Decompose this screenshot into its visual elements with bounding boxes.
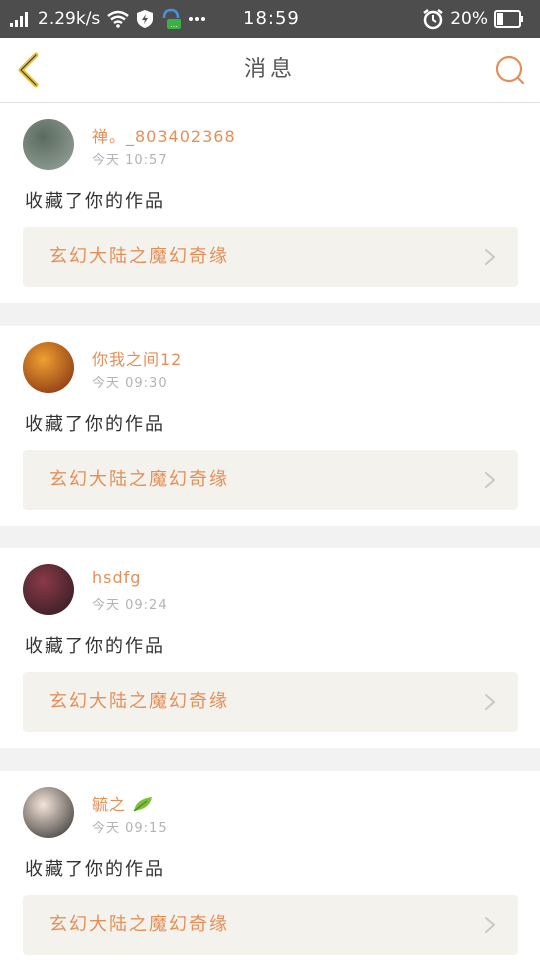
signal-icon: [10, 11, 32, 27]
network-speed: 2.29k/s: [38, 9, 101, 29]
message-card[interactable]: 你我之间12 今天 09:30 收藏了你的作品 玄幻大陆之魔幻奇缘: [0, 326, 540, 526]
more-icon: [188, 16, 206, 22]
action-text: 收藏了你的作品: [25, 859, 165, 880]
work-title: 玄幻大陆之魔幻奇缘: [49, 469, 229, 490]
wifi-icon: [106, 10, 130, 28]
work-title: 玄幻大陆之魔幻奇缘: [49, 246, 229, 267]
message-card[interactable]: 禅。_803402368 今天 10:57 收藏了你的作品 玄幻大陆之魔幻奇缘: [0, 103, 540, 303]
timestamp: 今天 09:24: [92, 598, 168, 613]
chevron-right-icon: [484, 248, 496, 266]
clock: 18:59: [243, 8, 300, 29]
chevron-right-icon: [484, 471, 496, 489]
timestamp: 今天 10:57: [92, 153, 168, 168]
svg-text:…: …: [170, 20, 178, 29]
work-link[interactable]: 玄幻大陆之魔幻奇缘: [23, 227, 518, 287]
battery-level: 20%: [450, 9, 488, 29]
action-text: 收藏了你的作品: [25, 414, 165, 435]
search-icon[interactable]: [494, 54, 526, 86]
nav-bar: 消息: [0, 38, 540, 103]
status-left: 2.29k/s …: [10, 0, 212, 38]
chevron-right-icon: [484, 693, 496, 711]
status-bar: 2.29k/s … 18:59 20%: [0, 0, 540, 38]
action-text: 收藏了你的作品: [25, 191, 165, 212]
page-title: 消息: [243, 57, 296, 82]
alarm-icon: [422, 8, 444, 30]
status-right: 20%: [422, 0, 530, 38]
work-title: 玄幻大陆之魔幻奇缘: [49, 691, 229, 712]
avatar[interactable]: [23, 564, 74, 615]
avatar[interactable]: [23, 342, 74, 393]
username[interactable]: 毓之: [92, 791, 154, 817]
timestamp: 今天 09:30: [92, 376, 168, 391]
leaf-emoji-icon: [132, 795, 154, 817]
username-text: 你我之间12: [92, 350, 183, 369]
work-link[interactable]: 玄幻大陆之魔幻奇缘: [23, 672, 518, 732]
username[interactable]: 禅。_803402368: [92, 123, 236, 147]
shield-icon: [136, 9, 154, 29]
action-text: 收藏了你的作品: [25, 636, 165, 657]
work-title: 玄幻大陆之魔幻奇缘: [49, 914, 229, 935]
work-link[interactable]: 玄幻大陆之魔幻奇缘: [23, 450, 518, 510]
battery-icon: [494, 10, 524, 28]
username[interactable]: 你我之间12: [92, 346, 182, 370]
message-card[interactable]: 毓之 今天 09:15 收藏了你的作品 玄幻大陆之魔幻奇缘: [0, 771, 540, 971]
avatar[interactable]: [23, 787, 74, 838]
username[interactable]: hsdfg: [92, 568, 141, 587]
username-text: 毓之: [92, 795, 127, 814]
timestamp: 今天 09:15: [92, 821, 168, 836]
chevron-right-icon: [484, 916, 496, 934]
avatar[interactable]: [23, 119, 74, 170]
username-text: hsdfg: [92, 568, 142, 587]
message-card[interactable]: hsdfg 今天 09:24 收藏了你的作品 玄幻大陆之魔幻奇缘: [0, 548, 540, 748]
chat-lock-icon: …: [160, 8, 182, 30]
work-link[interactable]: 玄幻大陆之魔幻奇缘: [23, 895, 518, 955]
username-text: 禅。_803402368: [92, 127, 236, 146]
